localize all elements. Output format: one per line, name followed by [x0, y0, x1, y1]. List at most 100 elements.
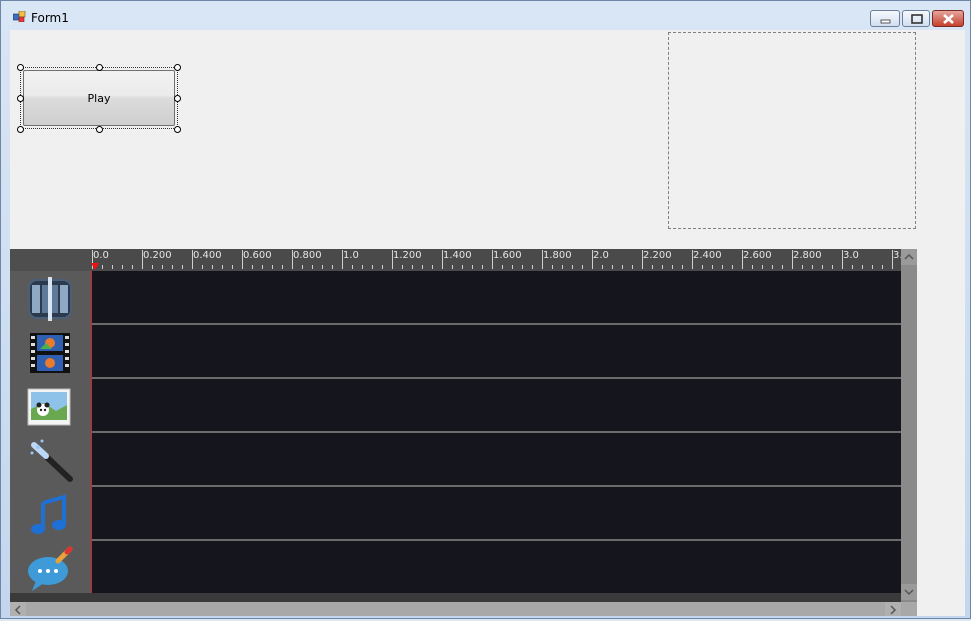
ruler-minor-tick — [182, 265, 183, 269]
ruler-minor-tick — [862, 265, 863, 269]
resize-handle-n[interactable] — [96, 64, 103, 71]
playhead-marker[interactable] — [91, 263, 99, 270]
minimize-button[interactable] — [870, 10, 900, 27]
track-row-6[interactable] — [91, 541, 901, 593]
ruler-tick-label: 0.600 — [243, 250, 272, 261]
ruler-minor-tick — [622, 265, 623, 269]
ruler-minor-tick — [222, 265, 223, 269]
title-bar[interactable]: Form1 — [1, 1, 970, 31]
ruler-minor-tick — [672, 265, 673, 269]
scroll-left-button[interactable] — [10, 602, 26, 616]
ruler-minor-tick — [772, 265, 773, 269]
music-note-icon[interactable] — [26, 491, 74, 539]
time-ruler[interactable]: 0.0 0.200 0.400 0.600 0.800 1.0 1.200 1.400 1.60… — [91, 249, 901, 271]
close-button[interactable] — [932, 10, 964, 27]
ruler-tick-label: 2.400 — [693, 250, 722, 261]
ruler-minor-tick — [322, 265, 323, 269]
track-row-1[interactable] — [91, 271, 901, 325]
ruler-minor-tick — [262, 265, 263, 269]
preview-panel[interactable] — [668, 32, 916, 229]
ruler-tick-label: 0.400 — [193, 250, 222, 261]
resize-handle-w[interactable] — [17, 95, 24, 102]
resize-handle-s[interactable] — [96, 126, 103, 133]
ruler-minor-tick — [572, 265, 573, 269]
ruler-minor-tick — [732, 265, 733, 269]
close-icon — [943, 14, 954, 24]
ruler-minor-tick — [352, 265, 353, 269]
video-transition-icon[interactable] — [26, 275, 74, 323]
image-icon[interactable] — [26, 383, 74, 431]
ruler-minor-tick — [372, 265, 373, 269]
ruler-minor-tick — [162, 265, 163, 269]
ruler-minor-tick — [112, 265, 113, 269]
ruler-minor-tick — [872, 265, 873, 269]
resize-handle-e[interactable] — [174, 95, 181, 102]
ruler-minor-tick — [632, 265, 633, 269]
ruler-minor-tick — [502, 265, 503, 269]
main-window: Form1 Play 0.0 0.200 0.400 0.600 0.800 1… — [0, 0, 971, 619]
ruler-minor-tick — [402, 265, 403, 269]
ruler-tick-label: 1.400 — [443, 250, 472, 261]
ruler-minor-tick — [122, 265, 123, 269]
ruler-minor-tick — [652, 265, 653, 269]
ruler-tick-label: 2.200 — [643, 250, 672, 261]
ruler-minor-tick — [102, 265, 103, 269]
ruler-minor-tick — [362, 265, 363, 269]
ruler-minor-tick — [422, 265, 423, 269]
horizontal-scrollbar[interactable] — [10, 602, 917, 616]
ruler-minor-tick — [812, 265, 813, 269]
ruler-minor-tick — [882, 265, 883, 269]
ruler-minor-tick — [662, 265, 663, 269]
resize-handle-ne[interactable] — [174, 64, 181, 71]
ruler-minor-tick — [152, 265, 153, 269]
ruler-tick-label: 2.600 — [743, 250, 772, 261]
ruler-minor-tick — [472, 265, 473, 269]
ruler-minor-tick — [522, 265, 523, 269]
chevron-down-icon — [904, 589, 914, 596]
scroll-down-button[interactable] — [901, 584, 917, 600]
resize-handle-sw[interactable] — [17, 126, 24, 133]
scroll-up-button[interactable] — [901, 249, 917, 265]
play-button[interactable]: Play — [23, 70, 175, 126]
ruler-tick-label: 0.0 — [93, 250, 109, 261]
ruler-minor-tick — [482, 265, 483, 269]
timeline-control[interactable]: 0.0 0.200 0.400 0.600 0.800 1.0 1.200 1.400 1.60… — [10, 249, 917, 616]
ruler-tick-label: 3.0 — [843, 250, 859, 261]
resize-handle-nw[interactable] — [17, 64, 24, 71]
ruler-minor-tick — [822, 265, 823, 269]
text-caption-icon[interactable] — [26, 545, 74, 593]
ruler-tick-label: 2.800 — [793, 250, 822, 261]
ruler-minor-tick — [312, 265, 313, 269]
ruler-minor-tick — [612, 265, 613, 269]
playhead-line[interactable] — [91, 271, 92, 593]
resize-handle-se[interactable] — [174, 126, 181, 133]
video-clip-icon[interactable] — [26, 329, 74, 377]
scroll-right-button[interactable] — [885, 602, 901, 616]
ruler-minor-tick — [282, 265, 283, 269]
ruler-minor-tick — [202, 265, 203, 269]
track-icon-column — [10, 271, 91, 593]
effects-wand-icon[interactable] — [26, 437, 74, 485]
ruler-minor-tick — [412, 265, 413, 269]
ruler-minor-tick — [832, 265, 833, 269]
maximize-button[interactable] — [902, 10, 930, 27]
ruler-tick-label: 0.800 — [293, 250, 322, 261]
play-button-designer-selection: Play — [17, 64, 181, 133]
track-row-2[interactable] — [91, 325, 901, 379]
app-icon — [13, 11, 26, 22]
chevron-left-icon — [14, 605, 21, 615]
ruler-tick-label: 1.0 — [343, 250, 359, 261]
ruler-minor-tick — [252, 265, 253, 269]
chevron-right-icon — [890, 605, 897, 615]
ruler-minor-tick — [212, 265, 213, 269]
track-row-3[interactable] — [91, 379, 901, 433]
track-row-4[interactable] — [91, 433, 901, 487]
ruler-minor-tick — [852, 265, 853, 269]
ruler-minor-tick — [272, 265, 273, 269]
form-client-area: Play 0.0 0.200 0.400 0.600 0.800 1.0 1.200 1.40… — [10, 30, 965, 616]
track-row-5[interactable] — [91, 487, 901, 541]
ruler-minor-tick — [302, 265, 303, 269]
ruler-minor-tick — [712, 265, 713, 269]
vertical-scrollbar[interactable] — [901, 249, 917, 602]
timeline-tracks[interactable] — [91, 271, 901, 593]
